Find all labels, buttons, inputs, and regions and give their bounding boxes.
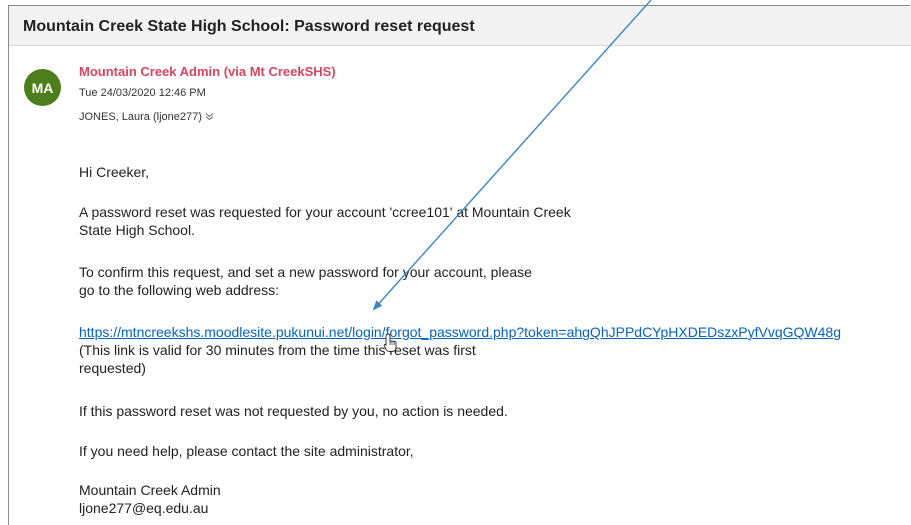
greeting: Hi Creeker, [79,164,150,180]
sent-date: Tue 24/03/2020 12:46 PM [79,87,206,99]
email-subject: Mountain Creek State High School: Passwo… [23,18,475,35]
sender-name[interactable]: Mountain Creek Admin (via Mt CreekSHS) [79,64,336,79]
paragraph-line: To confirm this request, and set a new p… [79,264,532,280]
paragraph-line: If you need help, please contact the sit… [79,443,414,459]
paragraph-line: If this password reset was not requested… [79,403,508,419]
paragraph-line: A password reset was requested for your … [79,204,571,220]
paragraph-line: go to the following web address: [79,282,280,298]
paragraph-line: (This link is valid for 30 minutes from … [79,342,476,358]
signature-email: ljone277@eq.edu.au [79,500,209,516]
paragraph-line: State High School. [79,222,195,238]
chevron-double-down-icon[interactable] [205,112,214,123]
email-reading-pane: Mountain Creek State High School: Passwo… [8,5,911,525]
recipient-name: JONES, Laura (ljone277) [79,111,202,123]
recipient-line[interactable]: JONES, Laura (ljone277) [79,111,214,123]
signature-name: Mountain Creek Admin [79,482,221,498]
subject-bar: Mountain Creek State High School: Passwo… [9,6,911,46]
password-reset-link[interactable]: https://mtncreekshs.moodlesite.pukunui.n… [79,322,841,342]
avatar[interactable]: MA [24,69,61,106]
paragraph-line: requested) [79,360,146,376]
